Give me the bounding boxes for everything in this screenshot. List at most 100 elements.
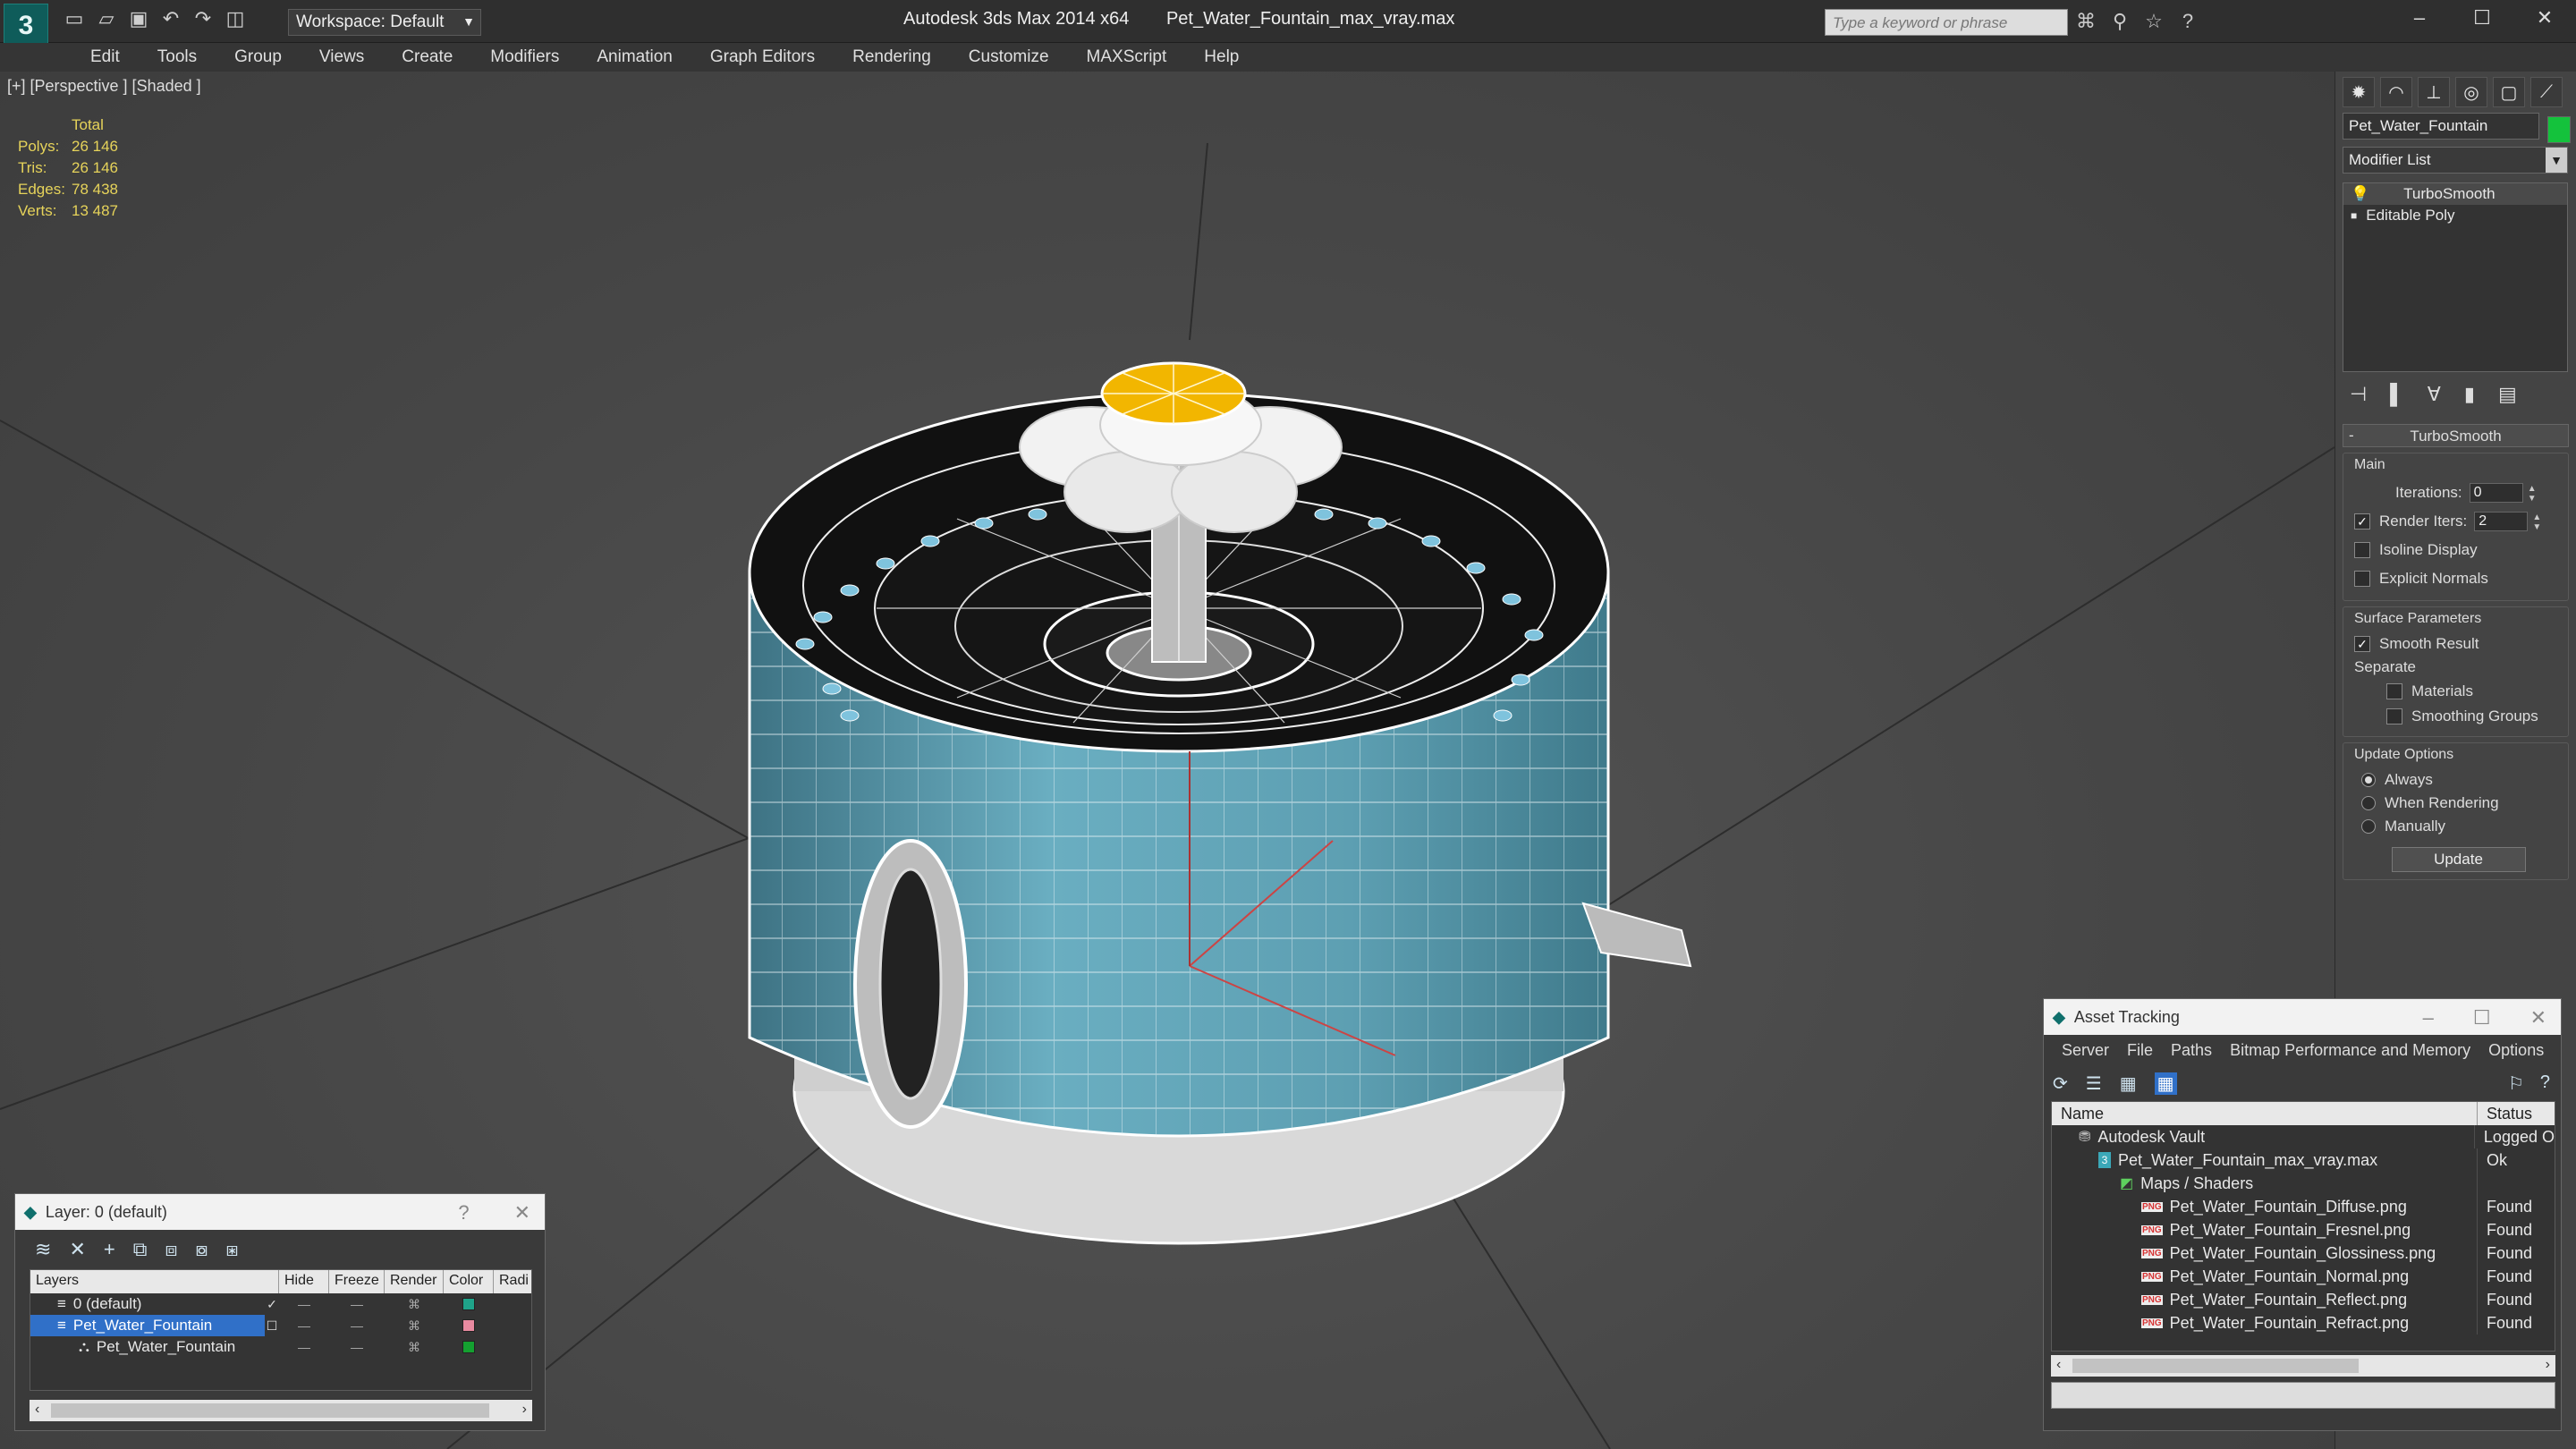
stack-item-editable-poly[interactable]: ■ Editable Poly <box>2343 205 2567 226</box>
maximize-icon[interactable]: ☐ <box>2451 0 2513 36</box>
maximize-icon[interactable]: ☐ <box>2473 1006 2491 1030</box>
viewport-label[interactable]: [+] [Perspective ] [Shaded ] <box>7 77 201 96</box>
col-layers[interactable]: Layers <box>30 1270 279 1293</box>
asset-row-maps[interactable]: ◩ Maps / Shaders <box>2052 1172 2555 1195</box>
workspace-dropdown[interactable]: Workspace: Default ▼ <box>288 9 481 36</box>
expand-icon[interactable]: ■ <box>2351 209 2357 222</box>
new-file-icon[interactable]: ▭ <box>63 7 86 30</box>
scroll-right-icon[interactable]: › <box>2546 1357 2550 1373</box>
col-radiosity[interactable]: Radi <box>494 1270 531 1293</box>
hide-toggle[interactable]: — <box>279 1293 329 1315</box>
menu-views[interactable]: Views <box>301 47 383 67</box>
undo-icon[interactable]: ↶ <box>159 7 182 30</box>
search-input[interactable]: Type a keyword or phrase <box>1825 9 2068 36</box>
asset-row-max-file[interactable]: 3 Pet_Water_Fountain_max_vray.max Ok <box>2052 1148 2555 1172</box>
asset-menu-file[interactable]: File <box>2118 1041 2162 1060</box>
app-logo-icon[interactable]: 3 <box>4 4 48 48</box>
render-teapot-icon[interactable]: ⌘ <box>385 1336 444 1358</box>
menu-edit[interactable]: Edit <box>72 47 139 67</box>
col-status[interactable]: Status <box>2478 1102 2541 1125</box>
project-folder-icon[interactable]: ◫ <box>224 7 247 30</box>
select-objects-icon[interactable]: ⧉ <box>133 1238 148 1261</box>
open-file-icon[interactable]: ▱ <box>95 7 118 30</box>
minimize-icon[interactable]: – <box>2388 0 2451 36</box>
menu-modifiers[interactable]: Modifiers <box>471 47 578 67</box>
manually-radio[interactable] <box>2361 819 2376 834</box>
scrollbar-thumb[interactable] <box>2072 1359 2359 1373</box>
menu-graph-editors[interactable]: Graph Editors <box>691 47 834 67</box>
close-icon[interactable]: ✕ <box>2530 1006 2546 1030</box>
utilities-tab-icon[interactable]: ⟋ <box>2530 77 2563 107</box>
always-radio[interactable] <box>2361 773 2376 787</box>
object-name-field[interactable]: Pet_Water_Fountain <box>2343 113 2539 140</box>
help-icon[interactable]: ? <box>2540 1072 2550 1095</box>
modify-tab-icon[interactable]: ◠ <box>2380 77 2412 107</box>
table-view-icon[interactable]: ▦ <box>2154 1072 2177 1095</box>
menu-animation[interactable]: Animation <box>578 47 691 67</box>
modifier-list-dropdown[interactable]: Modifier List ▼ <box>2343 147 2568 174</box>
layer-window-titlebar[interactable]: ◆ Layer: 0 (default) ? ✕ <box>15 1194 545 1230</box>
help-icon[interactable]: ? <box>2175 9 2200 34</box>
render-teapot-icon[interactable]: ⌘ <box>385 1315 444 1336</box>
col-hide[interactable]: Hide <box>279 1270 329 1293</box>
stack-item-turbosmooth[interactable]: 💡 TurboSmooth <box>2343 183 2567 205</box>
menu-rendering[interactable]: Rendering <box>834 47 950 67</box>
smooth-result-checkbox[interactable]: ✓ <box>2354 636 2370 652</box>
minimize-icon[interactable]: – <box>2423 1006 2434 1030</box>
when-rendering-radio[interactable] <box>2361 796 2376 810</box>
freeze-toggle[interactable]: — <box>329 1336 385 1358</box>
col-name[interactable]: Name <box>2052 1102 2478 1125</box>
col-render[interactable]: Render <box>385 1270 444 1293</box>
iterations-spinner[interactable]: 0 ▲ ▼ <box>2469 483 2537 504</box>
materials-checkbox[interactable] <box>2386 683 2402 699</box>
turbosmooth-rollout-header[interactable]: - TurboSmooth <box>2343 424 2569 447</box>
update-button[interactable]: Update <box>2391 847 2526 872</box>
motion-tab-icon[interactable]: ◎ <box>2455 77 2487 107</box>
list-view-icon[interactable]: ☰ <box>2086 1072 2102 1095</box>
asset-row-diffuse[interactable]: PNG Pet_Water_Fountain_Diffuse.png Found <box>2052 1195 2555 1218</box>
asset-menu-server[interactable]: Server <box>2053 1041 2118 1060</box>
render-iters-spinner[interactable]: 2 ▲ ▼ <box>2474 512 2541 532</box>
col-color[interactable]: Color <box>444 1270 494 1293</box>
spinner-arrows-icon[interactable]: ▲ ▼ <box>2528 484 2537 504</box>
layer-manager-icon[interactable]: ≋ <box>35 1238 51 1261</box>
redo-icon[interactable]: ↷ <box>191 7 215 30</box>
asset-horizontal-scrollbar[interactable]: ‹ › <box>2051 1355 2555 1377</box>
asset-path-field[interactable] <box>2051 1382 2555 1409</box>
object-row-pet-water-fountain[interactable]: ⛬ Pet_Water_Fountain — — ⌘ <box>30 1336 531 1358</box>
col-freeze[interactable]: Freeze <box>329 1270 385 1293</box>
asset-window-titlebar[interactable]: ◆ Asset Tracking – ☐ ✕ <box>2044 999 2561 1035</box>
hide-toggle[interactable]: — <box>279 1336 329 1358</box>
spinner-arrows-icon[interactable]: ▲ ▼ <box>2532 513 2541 532</box>
layer-row-pet-water-fountain[interactable]: ≡ Pet_Water_Fountain ☐ — — ⌘ <box>30 1315 531 1336</box>
layer-color-cell[interactable] <box>444 1315 494 1336</box>
menu-create[interactable]: Create <box>383 47 471 67</box>
star-icon[interactable]: ☆ <box>2141 9 2166 34</box>
close-icon[interactable]: ✕ <box>2513 0 2576 36</box>
layer-color-cell[interactable] <box>444 1336 494 1358</box>
hide-all-icon[interactable]: ⧇ <box>195 1238 208 1261</box>
isoline-display-checkbox[interactable] <box>2354 542 2370 558</box>
menu-maxscript[interactable]: MAXScript <box>1068 47 1186 67</box>
binoculars-icon[interactable]: ⌘ <box>2073 9 2098 34</box>
vault-login-icon[interactable]: ⚐ <box>2508 1072 2524 1095</box>
create-tab-icon[interactable]: ✹ <box>2343 77 2375 107</box>
menu-customize[interactable]: Customize <box>950 47 1068 67</box>
render-iters-checkbox[interactable]: ✓ <box>2354 513 2370 530</box>
key-icon[interactable]: ⚲ <box>2107 9 2132 34</box>
configure-sets-icon[interactable]: ▤ <box>2498 383 2517 413</box>
asset-menu-options[interactable]: Options <box>2479 1041 2553 1060</box>
freeze-toggle[interactable]: — <box>329 1293 385 1315</box>
help-icon[interactable]: ? <box>458 1201 469 1224</box>
highlight-selected-icon[interactable]: ⧈ <box>165 1238 177 1261</box>
current-layer-check-icon[interactable]: ✓ <box>265 1293 279 1315</box>
close-icon[interactable]: ✕ <box>514 1201 530 1224</box>
layer-horizontal-scrollbar[interactable]: ‹ › <box>30 1400 532 1421</box>
set-current-layer-icon[interactable]: ☐ <box>265 1315 279 1336</box>
hierarchy-tab-icon[interactable]: ⊥ <box>2418 77 2450 107</box>
thumbnail-view-icon[interactable]: ▦ <box>2120 1072 2137 1095</box>
explicit-normals-checkbox[interactable] <box>2354 571 2370 587</box>
menu-help[interactable]: Help <box>1185 47 1258 67</box>
asset-row-normal[interactable]: PNG Pet_Water_Fountain_Normal.png Found <box>2052 1265 2555 1288</box>
layer-row-default[interactable]: ≡ 0 (default) ✓ — — ⌘ <box>30 1293 531 1315</box>
